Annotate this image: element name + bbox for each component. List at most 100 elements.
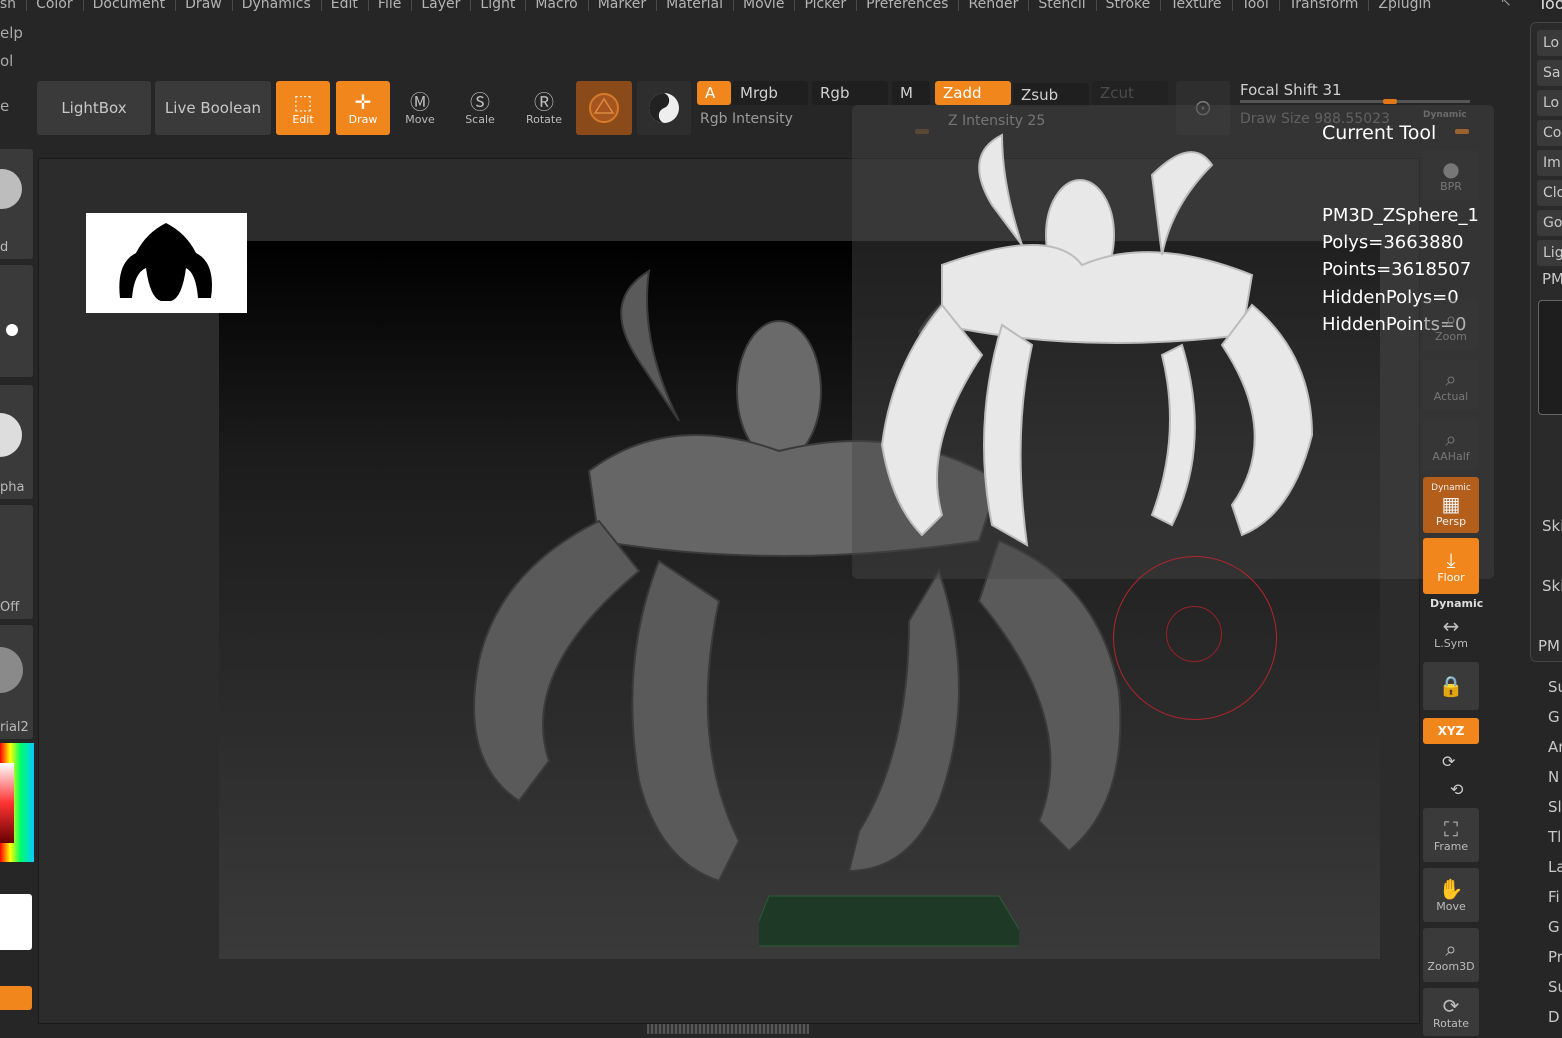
rotate-view-button[interactable]: ⟳ Rotate xyxy=(1423,988,1479,1036)
menu-macro[interactable]: Macro xyxy=(525,0,587,14)
menu-file[interactable]: File xyxy=(367,0,411,14)
menu-color[interactable]: Color xyxy=(26,0,83,14)
tool-subpalette-10[interactable]: Su xyxy=(1548,978,1562,996)
rotate-y-icon[interactable]: ⟳ xyxy=(1442,752,1455,771)
menu-transform[interactable]: Transform xyxy=(1278,0,1369,14)
tool-subpalette-4[interactable]: Sl xyxy=(1548,798,1562,816)
tool-subpalette-8[interactable]: G xyxy=(1548,918,1560,936)
floor-button[interactable]: ⤓ Floor xyxy=(1423,538,1479,594)
tool-panel-button-7[interactable]: Lig xyxy=(1537,240,1562,266)
zoom-label: Zoom xyxy=(1435,329,1467,343)
menu-label: Light xyxy=(480,0,516,12)
menu-stroke[interactable]: Stroke xyxy=(1095,0,1161,14)
material-button[interactable] xyxy=(576,81,632,135)
tool-menu-cut[interactable]: ol xyxy=(0,52,13,70)
tool-subpalette-0[interactable]: Su xyxy=(1548,678,1562,696)
secondary-color-swatch[interactable] xyxy=(0,986,32,1010)
menu-tool[interactable]: Tool xyxy=(1231,0,1279,14)
navigator-thumbnail[interactable] xyxy=(86,213,247,313)
tool-panel-button-0[interactable]: Lo xyxy=(1537,30,1562,56)
tool-panel-button-5[interactable]: Clo xyxy=(1537,180,1562,206)
menu-draw[interactable]: Draw xyxy=(175,0,232,14)
tool-panel-button-6[interactable]: Go xyxy=(1537,210,1562,236)
menu-dynamics[interactable]: Dynamics xyxy=(231,0,321,14)
tool-subpalette-6[interactable]: La xyxy=(1548,858,1562,876)
lock-button[interactable]: 🔒 xyxy=(1423,662,1479,710)
move-button[interactable]: Ⓜ Move xyxy=(393,81,447,135)
lsym-button[interactable]: ↔ L.Sym xyxy=(1423,610,1479,654)
scale-button[interactable]: Ⓢ Scale xyxy=(453,81,507,135)
menu-edit[interactable]: Edit xyxy=(320,0,368,14)
tool-subpalette-9[interactable]: Pr xyxy=(1548,948,1562,966)
tool-subpalette-1[interactable]: G xyxy=(1548,708,1560,726)
texture-slot-label: Off xyxy=(0,600,20,615)
rotate-z-icon[interactable]: ⟲ xyxy=(1450,780,1463,799)
menu-zplugin[interactable]: Zplugin xyxy=(1368,0,1441,14)
aahalf-icon: ⌕ xyxy=(1445,426,1457,451)
zsub-toggle[interactable]: Zsub xyxy=(1013,83,1089,107)
persp-button[interactable]: Dynamic ▦ Persp xyxy=(1423,477,1479,533)
rgb-intensity-slider[interactable]: Rgb Intensity xyxy=(700,111,793,127)
m-toggle[interactable]: M xyxy=(892,81,930,105)
actual-button[interactable]: ⌕ Actual xyxy=(1423,360,1479,410)
brush-slot[interactable]: d xyxy=(0,149,33,259)
zadd-toggle[interactable]: Zadd xyxy=(935,81,1011,105)
bpr-button[interactable]: ● BPR xyxy=(1423,150,1479,200)
xyz-button[interactable]: XYZ xyxy=(1423,718,1479,744)
menu-document[interactable]: Document xyxy=(82,0,176,14)
zoom3d-button[interactable]: ⌕ Zoom3D xyxy=(1423,928,1479,982)
tool-panel-button-2[interactable]: Lo xyxy=(1537,90,1562,116)
edit-button[interactable]: ⬚ Edit xyxy=(276,81,330,135)
menu-marker[interactable]: Marker xyxy=(587,0,656,14)
menu-movie[interactable]: Movie xyxy=(733,0,794,14)
focal-shift-slider[interactable]: Focal Shift 31 xyxy=(1240,81,1342,99)
focal-shift-knob[interactable] xyxy=(1383,99,1397,104)
menu-material[interactable]: Material xyxy=(656,0,733,14)
menu-preferences[interactable]: Preferences xyxy=(856,0,958,14)
alpha-slot[interactable]: pha xyxy=(0,385,33,499)
help-menu-cut[interactable]: elp xyxy=(0,24,23,42)
tool-panel-button-1[interactable]: Sa xyxy=(1537,60,1562,86)
lightbox-button[interactable]: LightBox xyxy=(37,81,151,135)
aahalf-button[interactable]: ⌕ AAHalf xyxy=(1423,420,1479,470)
tool-thumbnail[interactable] xyxy=(1538,300,1562,415)
texture-slot[interactable]: Off xyxy=(0,505,33,619)
color-gradient-swatch[interactable] xyxy=(0,763,14,843)
menu-layer[interactable]: Layer xyxy=(411,0,470,14)
subtool-ski-1[interactable]: Ski xyxy=(1542,517,1562,535)
tool-subpalette-11[interactable]: D xyxy=(1548,1008,1560,1026)
live-boolean-button[interactable]: Live Boolean xyxy=(155,81,271,135)
menu-ish[interactable]: ish xyxy=(0,0,26,14)
subtool-ski-2[interactable]: Ski xyxy=(1542,577,1562,595)
bottom-tray-handle[interactable] xyxy=(647,1024,809,1034)
move-view-button[interactable]: ✋ Move xyxy=(1423,868,1479,922)
color-picker[interactable] xyxy=(0,743,34,862)
stroke-slot[interactable] xyxy=(0,265,33,377)
menu-stencil[interactable]: Stencil xyxy=(1028,0,1095,14)
focal-shift-track[interactable] xyxy=(1240,100,1470,103)
tool-subpalette-3[interactable]: N xyxy=(1548,768,1559,786)
menu-texture[interactable]: Texture xyxy=(1160,0,1231,14)
main-color-swatch[interactable] xyxy=(0,894,32,950)
menu-render[interactable]: Render xyxy=(958,0,1028,14)
actual-label: Actual xyxy=(1433,389,1469,403)
rotate-button[interactable]: Ⓡ Rotate xyxy=(517,81,571,135)
tool-panel-button-3[interactable]: Co xyxy=(1537,120,1562,146)
frame-button[interactable]: ⛶ Frame xyxy=(1423,808,1479,862)
rgb-toggle[interactable]: Rgb xyxy=(812,81,888,105)
a-toggle[interactable]: A xyxy=(697,81,731,105)
tool-panel-button-4[interactable]: Im xyxy=(1537,150,1562,176)
texture-button[interactable] xyxy=(637,81,691,135)
draw-button[interactable]: ✛ Draw xyxy=(336,81,390,135)
menu-picker[interactable]: Picker xyxy=(794,0,856,14)
tool-subpalette-7[interactable]: Fi xyxy=(1548,888,1560,906)
tool-subpalette-2[interactable]: Ar xyxy=(1548,738,1562,756)
zcut-toggle[interactable]: Zcut xyxy=(1092,81,1168,105)
menu-light[interactable]: Light xyxy=(470,0,525,14)
left-button-cut[interactable]: e xyxy=(0,97,9,115)
mrgb-toggle[interactable]: Mrgb xyxy=(732,81,808,105)
tool-palette-arrow-icon[interactable]: ↖ xyxy=(1500,0,1512,10)
zoom-button[interactable]: ⌕ Zoom xyxy=(1423,300,1479,350)
material-slot[interactable]: rial2 xyxy=(0,625,33,739)
tool-subpalette-5[interactable]: Tl xyxy=(1548,828,1561,846)
